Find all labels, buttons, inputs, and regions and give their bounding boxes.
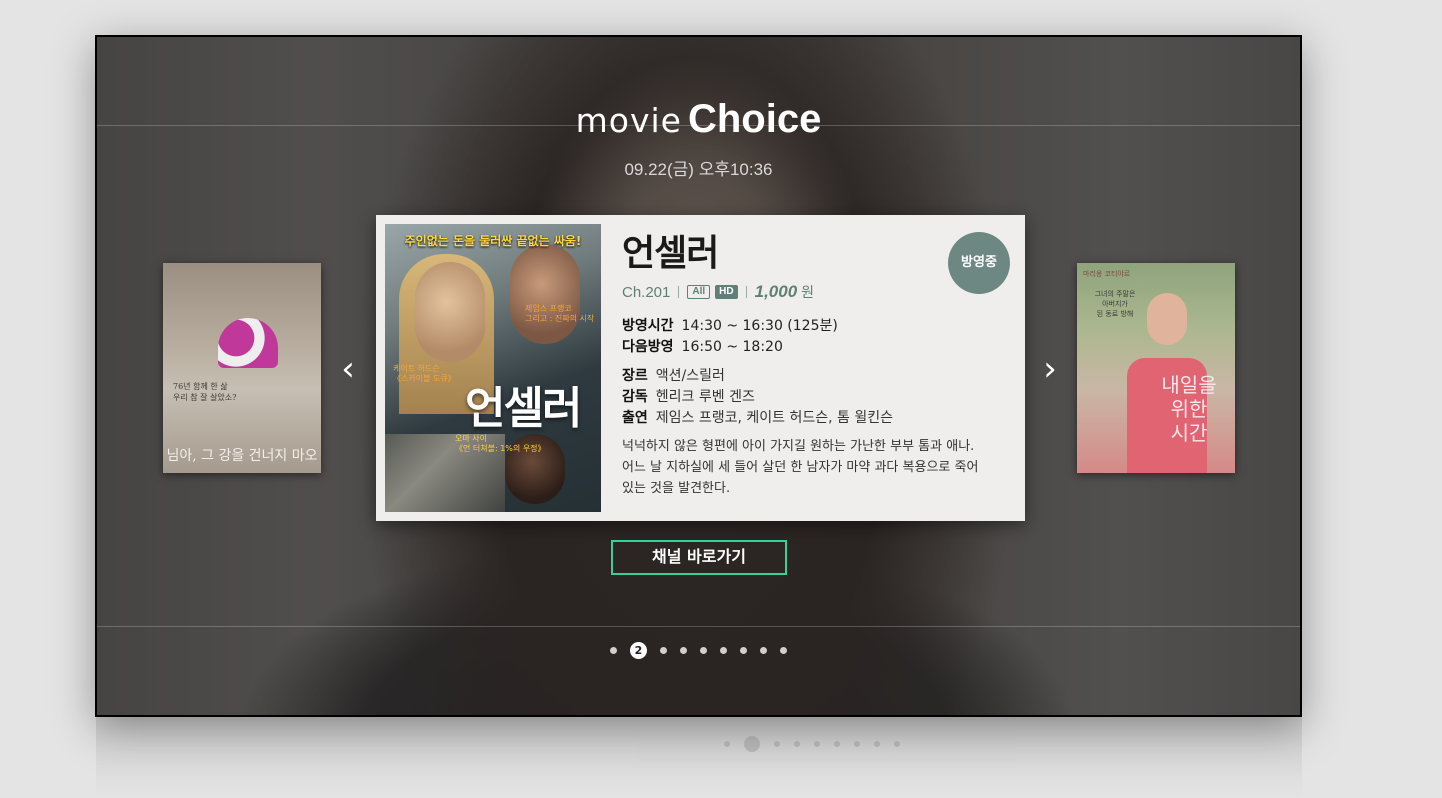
movie-meta: Ch.201 All HD 1,000 원: [622, 282, 1002, 302]
director-value: 헨리크 루벤 겐즈: [655, 389, 755, 405]
airtime-value: 14:30 ~ 16:30 (125분): [681, 318, 838, 334]
schedule: 방영시간 14:30 ~ 16:30 (125분) 다음방영 16:50 ~ 18:…: [622, 316, 1002, 358]
synopsis: 넉넉하지 않은 형편에 아이 가지길 원하는 가난한 부부 톰과 애나. 어느 …: [622, 439, 979, 496]
page-dot[interactable]: [610, 647, 617, 654]
cast-label: 출연: [622, 410, 648, 426]
next-airtime-label: 다음방영: [622, 339, 674, 355]
poster-cast-text-3: 오마 사이 《언 터쳐블: 1%의 우정》: [455, 434, 546, 453]
poster-tagline: 주인없는 돈을 둘러싼 끝없는 싸움!: [404, 234, 582, 248]
channel-number: Ch.201: [622, 283, 671, 301]
movie-info: 언셀러 Ch.201 All HD 1,000 원 방영시간 14:30 ~ 16…: [622, 231, 1002, 499]
credits: 장르 액션/스릴러 감독 헨리크 루벤 겐즈 출연 제임스 프랭코, 케이트 허드슨,…: [622, 366, 1002, 429]
poster-next[interactable]: 마리옹 코티야르 그녀의 주말은 아버지가 된 동료 방해 내일을 위한 시간: [1077, 263, 1235, 473]
genre-label: 장르: [622, 368, 648, 384]
page-dot[interactable]: [740, 647, 747, 654]
genre-value: 액션/스릴러: [655, 368, 725, 384]
page-dot[interactable]: [780, 647, 787, 654]
poster-cast-text-1: 케이트 허드슨 《스카이블 도큐》: [393, 364, 456, 383]
poster-left-small-text: 76년 함께 한 삶 우리 참 잘 살았소?: [173, 382, 237, 402]
bottom-divider: [97, 626, 1300, 627]
go-to-channel-button[interactable]: 채널 바로가기: [611, 540, 787, 575]
page-dot[interactable]: [720, 647, 727, 654]
tv-reflection: [96, 716, 1302, 798]
price-value: 1,000: [754, 282, 798, 301]
poster-title-art: 언셀러: [465, 383, 582, 434]
hd-badge: HD: [715, 285, 738, 299]
poster-right-title: 내일을 위한 시간: [1161, 373, 1217, 445]
page-dot[interactable]: [660, 647, 667, 654]
logo-choice: Choice: [687, 97, 822, 141]
page-indicator: 2: [97, 642, 1300, 659]
page-dot-active[interactable]: 2: [630, 642, 647, 659]
featured-movie-card[interactable]: 주인없는 돈을 둘러싼 끝없는 싸움! 케이트 허드슨 《스카이블 도큐》 제임…: [376, 215, 1025, 521]
tv-screen: movie Choice 09.22(금) 오후10:36 76년 함께 한 삶 …: [95, 35, 1302, 717]
logo-movie: movie: [575, 101, 682, 140]
poster-right-small-text: 그녀의 주말은 아버지가 된 동료 방해: [1094, 290, 1136, 318]
chevron-left-icon[interactable]: ‹: [336, 349, 360, 389]
page-dot[interactable]: [760, 647, 767, 654]
chevron-right-icon[interactable]: ›: [1038, 349, 1062, 389]
airtime-label: 방영시간: [622, 318, 674, 334]
poster-previous[interactable]: 76년 함께 한 삶 우리 참 잘 살았소? 님아, 그 강을 건너지 마오: [163, 263, 321, 473]
poster-cast-text-2: 제임스 프랭코 그리고 : 진짜의 시작: [525, 304, 595, 323]
poster-figure: [218, 318, 278, 368]
status-badge: 방영중: [948, 232, 1010, 294]
price-currency: 원: [801, 284, 815, 300]
director-label: 감독: [622, 389, 648, 405]
current-datetime: 09.22(금) 오후10:36: [624, 160, 773, 179]
rating-badge: All: [687, 285, 711, 299]
cast-value: 제임스 프랭코, 케이트 허드슨, 톰 윌킨슨: [655, 410, 893, 426]
next-airtime-value: 16:50 ~ 18:20: [681, 339, 783, 355]
page-dot[interactable]: [680, 647, 687, 654]
poster-left-caption: 님아, 그 강을 건너지 마오: [166, 448, 318, 464]
movie-title: 언셀러: [622, 233, 719, 274]
reflection-pager: [724, 736, 900, 752]
poster-right-topline: 마리옹 코티야르: [1083, 270, 1131, 278]
page-dot[interactable]: [700, 647, 707, 654]
featured-poster: 주인없는 돈을 둘러싼 끝없는 싸움! 케이트 허드슨 《스카이블 도큐》 제임…: [385, 224, 601, 512]
movie-choice-logo: movie Choice: [97, 97, 1300, 142]
